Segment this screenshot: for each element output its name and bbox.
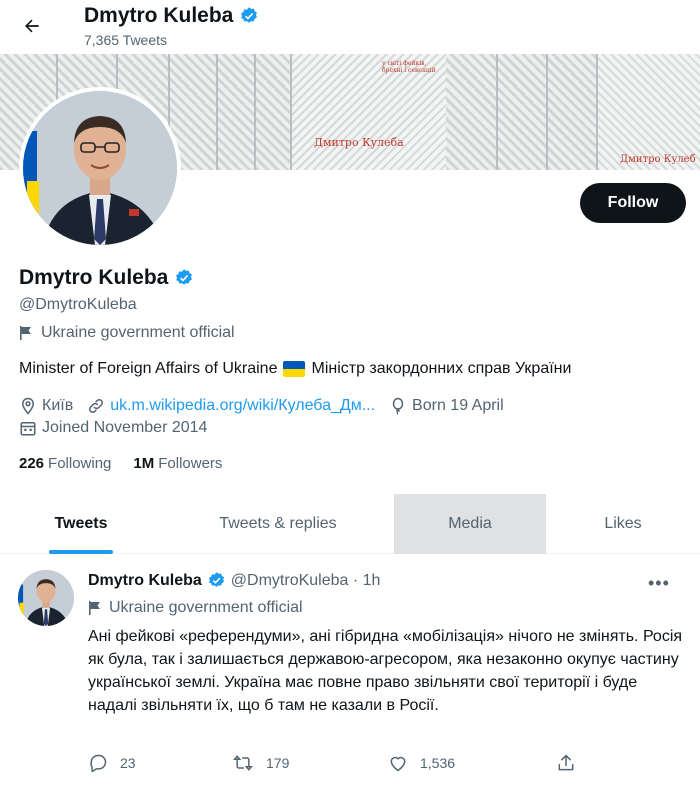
bio-text-uk: Міністр закордонних справ України xyxy=(311,360,572,377)
tweet-avatar[interactable] xyxy=(18,570,74,626)
birthday-text: Born 19 April xyxy=(412,397,504,414)
header-name: Dmytro Kuleba xyxy=(84,4,234,27)
profile-location: Київ xyxy=(19,397,73,415)
profile-label-text: Ukraine government official xyxy=(41,324,235,341)
heart-icon xyxy=(390,756,406,772)
tweet-actions: 23 179 1,536 xyxy=(88,753,588,781)
banner-book xyxy=(548,54,598,170)
location-pin-icon xyxy=(21,397,35,415)
banner-cover-title: Дмитро Кулеба xyxy=(314,136,404,149)
like-count: 1,536 xyxy=(420,755,456,771)
joined-text: Joined November 2014 xyxy=(42,419,208,436)
followers-stat[interactable]: 1M Followers xyxy=(133,455,222,472)
verified-badge-icon xyxy=(208,572,224,587)
reply-button[interactable]: 23 xyxy=(88,753,136,773)
banner-book xyxy=(256,54,292,170)
bio-text-en: Minister of Foreign Affairs of Ukraine xyxy=(19,360,278,377)
back-button[interactable] xyxy=(14,8,50,44)
profile-handle: @DmytroKuleba xyxy=(19,296,137,313)
tweet-government-label[interactable]: Ukraine government official xyxy=(88,599,303,617)
tweet-handle-time[interactable]: @DmytroKuleba · 1h xyxy=(231,572,381,590)
balloon-icon xyxy=(392,397,404,415)
tweet-text: Ані фейкові «референдуми», ані гібридна … xyxy=(88,628,683,714)
website-link[interactable]: uk.m.wikipedia.org/wiki/Кулеба_Дм... xyxy=(110,397,375,415)
tab-tweets[interactable]: Tweets xyxy=(0,494,162,554)
flag-icon xyxy=(20,326,31,340)
header-title: Dmytro Kuleba xyxy=(84,4,259,28)
share-button[interactable] xyxy=(556,753,576,773)
banner-book xyxy=(498,54,548,170)
following-count: 226 xyxy=(19,455,45,472)
active-tab-indicator xyxy=(49,550,113,554)
link-icon xyxy=(89,398,104,414)
avatar-photo xyxy=(18,570,74,626)
tab-label: Tweets & replies xyxy=(219,515,337,532)
profile-meta-row-joined: Joined November 2014 xyxy=(19,419,221,437)
profile-tabs: Tweets Tweets & replies Media Likes xyxy=(0,494,700,554)
ukraine-flag-icon xyxy=(283,361,306,377)
retweet-icon xyxy=(233,755,253,771)
tab-label: Tweets xyxy=(54,515,108,532)
more-icon[interactable]: ••• xyxy=(648,573,670,594)
tab-likes[interactable]: Likes xyxy=(546,494,700,554)
profile-bio: Minister of Foreign Affairs of Ukraine М… xyxy=(19,360,571,378)
banner-book xyxy=(446,54,498,170)
banner-book-cover: у світі фейків, брехні і сенсацій Дмитро… xyxy=(292,54,446,170)
following-label: Following xyxy=(48,455,112,472)
banner-book xyxy=(218,54,256,170)
profile-stats: 226 Following 1M Followers xyxy=(19,455,222,472)
tweet-count: 7,365 Tweets xyxy=(84,32,168,48)
follow-button[interactable]: Follow xyxy=(580,183,686,223)
calendar-icon xyxy=(20,422,36,436)
tab-label: Likes xyxy=(604,515,642,532)
profile-avatar[interactable] xyxy=(19,87,181,249)
location-text: Київ xyxy=(42,397,74,414)
followers-count: 1M xyxy=(133,455,155,472)
top-bar: Dmytro Kuleba 7,365 Tweets xyxy=(0,0,700,54)
profile-meta-row: Київ uk.m.wikipedia.org/wiki/Кулеба_Дм..… xyxy=(19,397,518,415)
tweet-header: Dmytro Kuleba @DmytroKuleba · 1h xyxy=(88,571,380,590)
banner-cover-subtitle: у світі фейків, брехні і сенсацій xyxy=(382,60,436,74)
tweet-author-name[interactable]: Dmytro Kuleba xyxy=(88,572,202,590)
share-icon xyxy=(558,754,574,771)
reply-count: 23 xyxy=(120,755,136,771)
profile-birthday: Born 19 April xyxy=(389,397,504,415)
tab-media[interactable]: Media xyxy=(394,494,546,554)
profile-government-label[interactable]: Ukraine government official xyxy=(19,324,235,342)
like-button[interactable]: 1,536 xyxy=(388,753,455,773)
tab-label: Media xyxy=(448,515,492,532)
profile-website[interactable]: uk.m.wikipedia.org/wiki/Кулеба_Дм... xyxy=(87,397,375,415)
profile-name-text: Dmytro Kuleba xyxy=(19,266,169,289)
followers-label: Followers xyxy=(158,455,223,472)
avatar-photo xyxy=(23,91,177,245)
banner-cover-title-right: Дмитро Кулеб xyxy=(620,154,696,165)
retweet-button[interactable]: 179 xyxy=(232,753,289,773)
retweet-count: 179 xyxy=(266,755,290,771)
following-stat[interactable]: 226 Following xyxy=(19,455,111,472)
reply-icon xyxy=(90,754,107,773)
tweet-card[interactable]: Dmytro Kuleba @DmytroKuleba · 1h ••• Ukr… xyxy=(0,555,700,808)
verified-badge-icon[interactable] xyxy=(174,268,194,288)
profile-joined: Joined November 2014 xyxy=(19,419,207,437)
verified-badge-icon xyxy=(241,7,258,23)
tweet-label-text: Ukraine government official xyxy=(109,599,303,616)
profile-name: Dmytro Kuleba xyxy=(19,266,194,290)
flag-icon xyxy=(89,601,100,615)
banner-book-cover: Дмитро Кулеб xyxy=(598,54,700,170)
tab-tweets-replies[interactable]: Tweets & replies xyxy=(162,494,394,554)
back-arrow-icon xyxy=(25,19,39,33)
